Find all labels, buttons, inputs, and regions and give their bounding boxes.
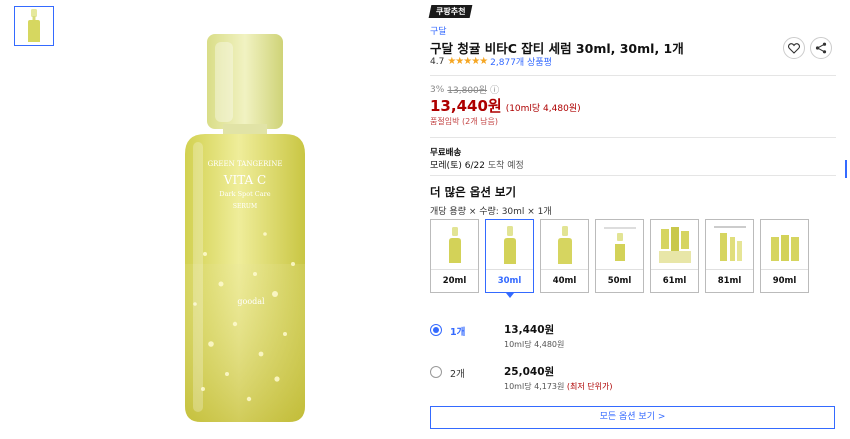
shipping-label: 무료배송 — [430, 148, 462, 158]
quantity-price: 13,440원 — [504, 324, 555, 336]
option-label: 90ml — [772, 276, 797, 286]
size-option-90ml[interactable]: 90ml — [760, 219, 809, 293]
size-option-40ml[interactable]: 40ml — [540, 219, 589, 293]
shipping-date: 모레(토) 6/22 도착 예정 — [430, 158, 524, 171]
quantity-label: 2개 — [450, 369, 465, 380]
option-image — [761, 220, 808, 270]
option-image — [431, 220, 478, 270]
label-line3: Dark Spot Care — [219, 190, 270, 198]
more-options-heading: 더 많은 옵션 보기 — [430, 185, 517, 199]
quantity-unit-price: 10ml당 4,480원 — [504, 340, 565, 349]
rating-stars: ★★★★★ — [447, 56, 488, 67]
stock-notice: 품절임박 (2개 남음) — [430, 117, 498, 126]
option-label: 61ml — [662, 276, 687, 286]
divider — [430, 75, 836, 76]
option-image — [596, 220, 643, 270]
review-count-link[interactable]: 2,877개 상품평 — [490, 55, 552, 68]
quantity-option-1[interactable]: 1개 13,440원 10ml당 4,480원 — [430, 322, 564, 350]
selection-summary: 개당 용량 × 수량: 30ml × 1개 — [430, 207, 552, 217]
option-image — [706, 220, 753, 270]
size-option-list: 20ml 30ml 40ml 50ml 61ml 81ml 90ml — [430, 219, 809, 293]
quantity-price: 25,040원 — [504, 366, 555, 378]
option-label: 30ml — [497, 276, 522, 286]
quantity-label: 1개 — [450, 327, 466, 338]
selected-caret-icon — [506, 293, 514, 298]
heart-icon — [788, 42, 800, 54]
size-option-50ml[interactable]: 50ml — [595, 219, 644, 293]
size-option-20ml[interactable]: 20ml — [430, 219, 479, 293]
current-price: 13,440원 — [430, 97, 502, 115]
delivery-suffix: 도착 예정 — [487, 161, 524, 171]
product-thumbnail[interactable] — [14, 6, 54, 46]
unit-price: (10ml당 4,480원) — [505, 104, 581, 114]
wishlist-button[interactable] — [783, 37, 805, 59]
label-line1: GREEN TANGERINE — [208, 160, 283, 168]
brand-link[interactable]: 구달 — [430, 24, 447, 37]
divider — [430, 175, 836, 176]
size-option-61ml[interactable]: 61ml — [650, 219, 699, 293]
option-label: 81ml — [717, 276, 742, 286]
product-main-image: GREEN TANGERINE VITA C Dark Spot Care SE… — [185, 34, 305, 422]
divider — [430, 137, 836, 138]
thumbnail-bottle-image — [28, 9, 40, 42]
delivery-date: 모레(토) 6/22 — [430, 161, 485, 171]
quantity-option-2[interactable]: 2개 25,040원 10ml당 4,173원 (최저 단위가) — [430, 364, 613, 392]
option-image — [486, 220, 533, 270]
lowest-unit-badge: (최저 단위가) — [566, 382, 613, 391]
radio-button[interactable] — [430, 366, 442, 378]
quantity-unit-price: 10ml당 4,173원 (최저 단위가) — [504, 381, 613, 392]
unit-price-text: 10ml당 4,173원 — [504, 382, 565, 391]
size-option-30ml[interactable]: 30ml — [485, 219, 534, 293]
share-icon — [815, 42, 827, 54]
option-image — [541, 220, 588, 270]
label-brand: goodal — [237, 297, 265, 306]
rating-row: 4.7 ★★★★★ 2,877개 상품평 — [430, 55, 552, 68]
label-line4: SERUM — [233, 203, 257, 210]
size-option-81ml[interactable]: 81ml — [705, 219, 754, 293]
option-label: 20ml — [442, 276, 467, 286]
rating-score: 4.7 — [430, 56, 445, 67]
scroll-indicator — [845, 160, 847, 178]
option-image — [651, 220, 698, 270]
option-label: 40ml — [552, 276, 577, 286]
price-row: 13,440원 (10ml당 4,480원) — [430, 95, 581, 116]
recommend-badge: 쿠팡추천 — [428, 5, 473, 18]
label-line2: VITA C — [223, 173, 266, 187]
share-button[interactable] — [810, 37, 832, 59]
discount-rate: 3% — [430, 84, 445, 95]
radio-button[interactable] — [430, 324, 442, 336]
option-label: 50ml — [607, 276, 632, 286]
all-options-button[interactable]: 모든 옵션 보기 > — [430, 406, 835, 429]
